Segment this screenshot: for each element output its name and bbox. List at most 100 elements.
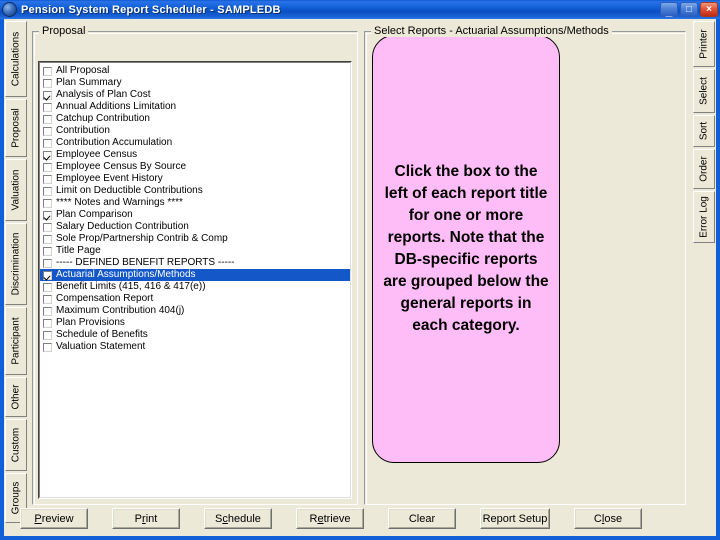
list-item[interactable]: Catchup Contribution xyxy=(40,113,350,125)
right-tab-label: Error Log xyxy=(698,196,710,238)
checkbox-icon[interactable] xyxy=(43,258,52,268)
list-item[interactable]: Actuarial Assumptions/Methods xyxy=(40,269,350,281)
button-spacer xyxy=(274,508,294,530)
list-item-label: Valuation Statement xyxy=(56,341,146,352)
list-item-label: Limit on Deductible Contributions xyxy=(56,185,203,196)
right-tab-select[interactable]: Select xyxy=(693,69,715,113)
list-item-label: Sole Prop/Partnership Contrib & Comp xyxy=(56,233,228,244)
checkbox-icon[interactable] xyxy=(43,222,52,232)
instruction-callout: Click the box to the left of each report… xyxy=(372,35,560,463)
button-spacer xyxy=(552,508,572,530)
preview-button[interactable]: Preview xyxy=(20,508,88,529)
checkbox-icon[interactable] xyxy=(43,318,52,328)
checkbox-icon[interactable] xyxy=(43,210,52,220)
list-item[interactable]: Compensation Report xyxy=(40,293,350,305)
close-button[interactable]: Close xyxy=(574,508,642,529)
button-label: Print xyxy=(134,512,158,525)
right-tab-label: Sort xyxy=(698,121,710,141)
checkbox-icon[interactable] xyxy=(43,78,52,88)
checkbox-icon[interactable] xyxy=(43,102,52,112)
left-tab-label: Valuation xyxy=(10,169,22,211)
list-item[interactable]: Valuation Statement xyxy=(40,341,350,353)
checkbox-icon[interactable] xyxy=(43,342,52,352)
checkbox-icon[interactable] xyxy=(43,90,52,100)
checkbox-icon[interactable] xyxy=(43,126,52,136)
list-item-label: All Proposal xyxy=(56,65,110,76)
select-reports-title: Select Reports - Actuarial Assumptions/M… xyxy=(371,25,612,37)
maximize-icon: □ xyxy=(685,4,693,15)
list-item[interactable]: Employee Event History xyxy=(40,173,350,185)
list-item[interactable]: Plan Comparison xyxy=(40,209,350,221)
left-tab-proposal[interactable]: Proposal xyxy=(5,99,27,157)
checkbox-icon[interactable] xyxy=(43,114,52,124)
list-item[interactable]: Analysis of Plan Cost xyxy=(40,89,350,101)
right-tab-printer[interactable]: Printer xyxy=(693,21,715,67)
clear-button[interactable]: Clear xyxy=(388,508,456,529)
list-item[interactable]: Plan Provisions xyxy=(40,317,350,329)
select-reports-group: Select Reports - Actuarial Assumptions/M… xyxy=(364,25,686,505)
report-setup-button[interactable]: Report Setup xyxy=(480,508,550,529)
right-tab-order[interactable]: Order xyxy=(693,149,715,189)
maximize-button[interactable]: □ xyxy=(680,2,698,17)
list-item[interactable]: Sole Prop/Partnership Contrib & Comp xyxy=(40,233,350,245)
client-area: Calculations Proposal Valuation Discriminat… xyxy=(4,19,716,536)
list-item[interactable]: Schedule of Benefits xyxy=(40,329,350,341)
minimize-button[interactable]: _ xyxy=(660,2,678,17)
list-item[interactable]: Salary Deduction Contribution xyxy=(40,221,350,233)
list-item[interactable]: Plan Summary xyxy=(40,77,350,89)
left-tab-participant[interactable]: Participant xyxy=(5,307,27,375)
checkbox-icon[interactable] xyxy=(43,66,52,76)
list-item-label: Plan Provisions xyxy=(56,317,125,328)
checkbox-icon[interactable] xyxy=(43,162,52,172)
list-item-label: Schedule of Benefits xyxy=(56,329,148,340)
checkbox-icon[interactable] xyxy=(43,234,52,244)
checkbox-icon[interactable] xyxy=(43,270,52,280)
checkbox-icon[interactable] xyxy=(43,174,52,184)
list-item-label: Compensation Report xyxy=(56,293,154,304)
checkbox-icon[interactable] xyxy=(43,294,52,304)
report-list[interactable]: All Proposal Plan Summary Analysis of Plan… xyxy=(39,62,351,498)
list-item-label: Benefit Limits (415, 416 & 417(e)) xyxy=(56,281,206,292)
left-tab-discrimination[interactable]: Discrimination xyxy=(5,223,27,305)
button-label: Retrieve xyxy=(309,512,351,525)
button-label: Schedule xyxy=(215,512,261,525)
report-listbox[interactable]: All Proposal Plan Summary Analysis of Plan… xyxy=(38,61,352,499)
instruction-callout-text: Click the box to the left of each report… xyxy=(383,163,549,334)
left-tab-label: Other xyxy=(10,384,22,410)
checkbox-icon[interactable] xyxy=(43,186,52,196)
list-item[interactable]: Limit on Deductible Contributions xyxy=(40,185,350,197)
list-item[interactable]: Contribution xyxy=(40,125,350,137)
list-item[interactable]: Contribution Accumulation xyxy=(40,137,350,149)
retrieve-button[interactable]: Retrieve xyxy=(296,508,364,529)
list-item[interactable]: Employee Census xyxy=(40,149,350,161)
list-item[interactable]: Title Page xyxy=(40,245,350,257)
left-tab-label: Proposal xyxy=(10,108,22,148)
checkbox-icon[interactable] xyxy=(43,138,52,148)
schedule-button[interactable]: Schedule xyxy=(204,508,272,529)
checkbox-icon[interactable] xyxy=(43,150,52,160)
left-tab-valuation[interactable]: Valuation xyxy=(5,159,27,221)
list-item-label: Contribution xyxy=(56,125,110,136)
list-item[interactable]: **** Notes and Warnings **** xyxy=(40,197,350,209)
checkbox-icon[interactable] xyxy=(43,282,52,292)
left-tab-calculations[interactable]: Calculations xyxy=(5,21,27,97)
close-button[interactable]: × xyxy=(700,2,718,17)
print-button[interactable]: Print xyxy=(112,508,180,529)
checkbox-icon[interactable] xyxy=(43,246,52,256)
checkbox-icon[interactable] xyxy=(43,198,52,208)
list-item[interactable]: Annual Additions Limitation xyxy=(40,101,350,113)
title-bar[interactable]: Pension System Report Scheduler - SAMPLE… xyxy=(0,0,720,19)
command-button-bar: Preview Print Schedule Retrieve Clear Report … xyxy=(20,508,700,530)
left-tab-other[interactable]: Other xyxy=(5,377,27,417)
list-item[interactable]: All Proposal xyxy=(40,65,350,77)
list-item[interactable]: Maximum Contribution 404(j) xyxy=(40,305,350,317)
window-controls: _ □ × xyxy=(660,2,718,17)
left-tab-custom[interactable]: Custom xyxy=(5,419,27,471)
list-item[interactable]: Employee Census By Source xyxy=(40,161,350,173)
checkbox-icon[interactable] xyxy=(43,306,52,316)
list-item[interactable]: ----- DEFINED BENEFIT REPORTS ----- xyxy=(40,257,350,269)
list-item[interactable]: Benefit Limits (415, 416 & 417(e)) xyxy=(40,281,350,293)
checkbox-icon[interactable] xyxy=(43,330,52,340)
right-tab-sort[interactable]: Sort xyxy=(693,115,715,147)
right-tab-error-log[interactable]: Error Log xyxy=(693,191,715,243)
